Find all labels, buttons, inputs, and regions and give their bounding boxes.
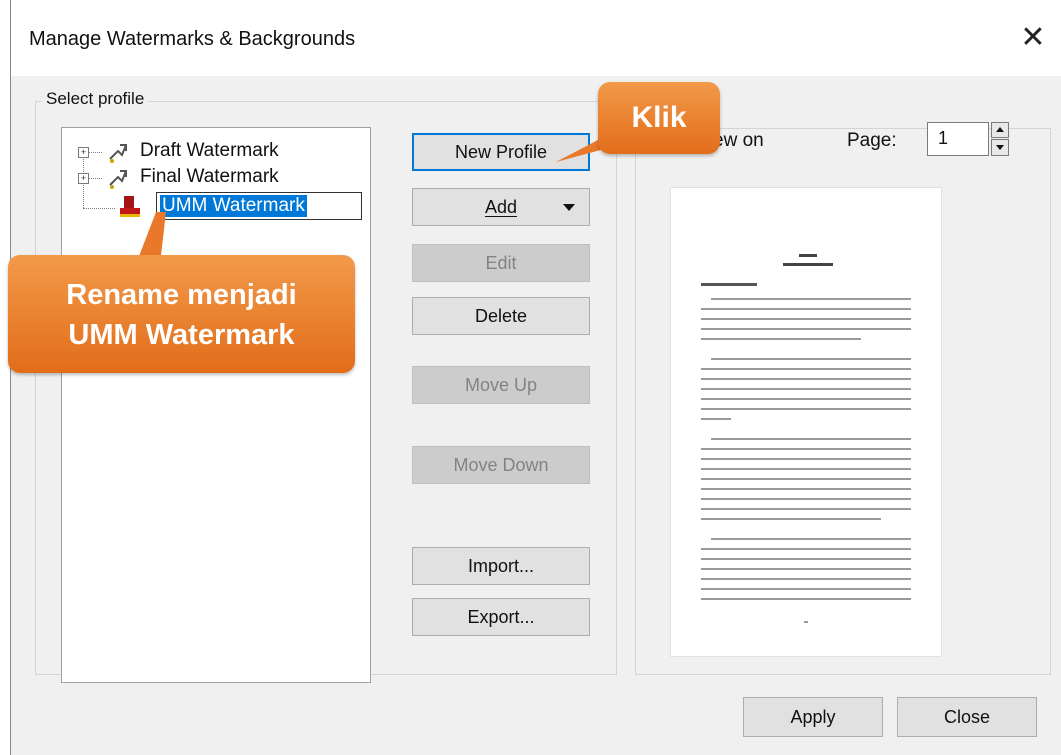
arrow-down-icon	[996, 145, 1004, 150]
doc-text-line	[701, 568, 911, 570]
apply-button[interactable]: Apply	[743, 697, 883, 737]
doc-text-line	[701, 508, 911, 510]
expand-icon[interactable]: +	[78, 147, 89, 158]
page-up-button[interactable]	[991, 122, 1009, 138]
doc-text-line	[701, 468, 911, 470]
doc-text-line	[701, 338, 861, 340]
add-button[interactable]: Add	[412, 188, 590, 226]
doc-text-line	[701, 398, 911, 400]
profile-tree[interactable]: + Draft Watermark + Final Watermark UMM …	[61, 127, 371, 683]
tree-item-final-watermark[interactable]: + Final Watermark	[62, 165, 362, 191]
tree-item-draft-watermark[interactable]: + Draft Watermark	[62, 139, 362, 165]
rename-callout-line1: Rename menjadi	[66, 279, 297, 311]
export-button[interactable]: Export...	[412, 598, 590, 636]
doc-heading	[799, 254, 817, 257]
doc-text-line	[701, 588, 911, 590]
doc-text-line	[701, 558, 911, 560]
select-profile-label: Select profile	[42, 89, 149, 109]
move-down-button[interactable]: Move Down	[412, 446, 590, 484]
arrow-up-icon	[996, 127, 1004, 132]
tree-item-label: Final Watermark	[140, 166, 279, 187]
doc-text-line	[711, 358, 911, 360]
chevron-down-icon	[563, 204, 575, 211]
doc-text-line	[701, 328, 911, 330]
rename-field-text: UMM Watermark	[160, 195, 307, 217]
move-up-button[interactable]: Move Up	[412, 366, 590, 404]
page-preview	[670, 187, 942, 657]
rename-callout: Rename menjadi UMM Watermark	[8, 255, 355, 373]
doc-text-line	[711, 438, 911, 440]
watermark-icon	[109, 144, 127, 163]
manage-watermarks-dialog: Manage Watermarks & Backgrounds ✕ Select…	[10, 0, 1061, 755]
doc-text-line	[701, 448, 911, 450]
expand-icon[interactable]: +	[78, 173, 89, 184]
doc-text-line	[701, 318, 911, 320]
delete-button[interactable]: Delete	[412, 297, 590, 335]
page-value: 1	[938, 128, 949, 148]
rename-field[interactable]: UMM Watermark	[156, 192, 362, 220]
doc-heading	[783, 263, 833, 266]
page-label: Page:	[847, 130, 897, 151]
doc-text-line	[701, 548, 911, 550]
doc-text-line	[701, 308, 911, 310]
dialog-title: Manage Watermarks & Backgrounds	[29, 28, 356, 50]
doc-text-line	[701, 478, 911, 480]
page-spinner-input[interactable]: 1	[927, 122, 989, 156]
tree-item-label: Draft Watermark	[140, 140, 279, 161]
close-icon[interactable]: ✕	[1015, 20, 1051, 56]
doc-text-line	[701, 408, 911, 410]
tree-connector	[83, 208, 115, 209]
klik-callout-text: Klik	[631, 101, 687, 134]
close-button[interactable]: Close	[897, 697, 1037, 737]
doc-text-line	[701, 578, 911, 580]
doc-text-line	[701, 488, 911, 490]
rename-callout-line2: UMM Watermark	[68, 319, 295, 351]
doc-subheading	[701, 283, 757, 286]
page-down-button[interactable]	[991, 139, 1009, 156]
doc-text-line	[701, 518, 881, 520]
doc-text-line	[701, 458, 911, 460]
klik-callout: Klik	[598, 82, 720, 154]
doc-text-line	[711, 538, 911, 540]
import-button[interactable]: Import...	[412, 547, 590, 585]
doc-text-line	[701, 498, 911, 500]
preview-label: ew on	[713, 130, 764, 151]
add-button-label: Add	[484, 196, 518, 217]
doc-text-line	[711, 298, 911, 300]
doc-text-line	[701, 388, 911, 390]
edit-button[interactable]: Edit	[412, 244, 590, 282]
doc-text-line	[701, 378, 911, 380]
doc-page-number	[804, 621, 808, 623]
doc-text-line	[701, 418, 731, 420]
doc-text-line	[701, 368, 911, 370]
doc-text-line	[701, 598, 911, 600]
title-bar: Manage Watermarks & Backgrounds ✕	[11, 0, 1061, 76]
watermark-icon	[109, 170, 127, 189]
